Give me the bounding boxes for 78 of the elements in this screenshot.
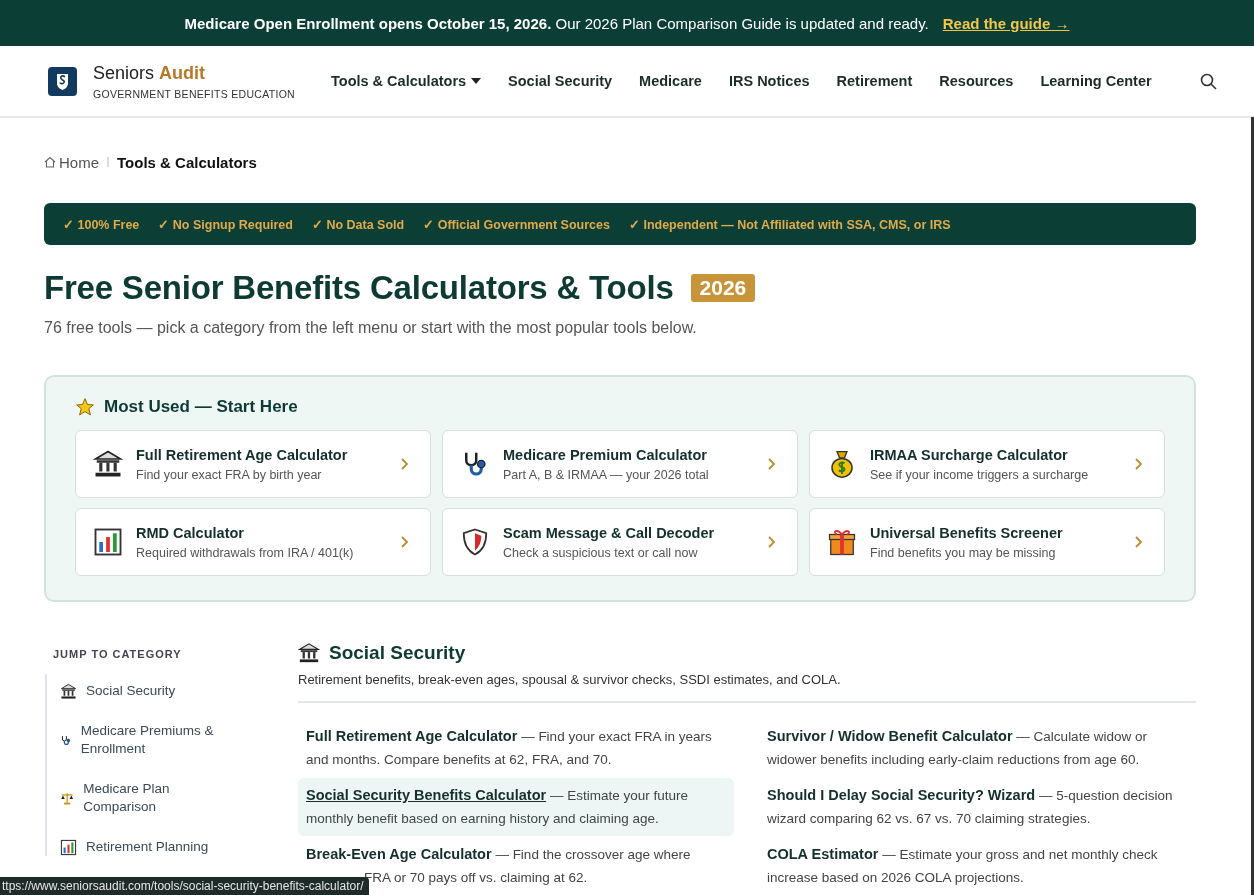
card-subtitle: Required withdrawals from IRA / 401(k): [136, 545, 355, 560]
breadcrumb-current: Tools & Calculators: [117, 153, 257, 171]
card-title: IRMAA Surcharge Calculator: [870, 446, 1069, 463]
tool-card[interactable]: RMD Calculator Required withdrawals from IRA / 401(k): [75, 508, 431, 576]
nav-link[interactable]: Retirement: [836, 73, 913, 89]
card-title: Universal Benefits Screener: [870, 524, 1064, 541]
nav-link[interactable]: IRS Notices: [728, 73, 810, 89]
intro-text: 76 free tools — pick a category from the left menu or start with the most popular tools below.: [44, 319, 698, 337]
logo-icon: [48, 66, 77, 96]
nav-link[interactable]: Learning Center: [1040, 73, 1152, 89]
year-badge: 2026: [690, 274, 756, 302]
read-guide-link[interactable]: Read the guide →: [942, 14, 1070, 32]
category-link[interactable]: Social Security: [60, 682, 220, 700]
card-title: RMD Calculator: [136, 524, 245, 541]
card-subtitle: See if your income triggers a surcharge: [870, 467, 1090, 482]
tool-link[interactable]: Break-Even Age Calculator: [306, 846, 492, 862]
card-title: Medicare Premium Calculator: [503, 446, 708, 463]
card-subtitle: Find benefits you may be missing: [870, 545, 1057, 560]
home-icon: [44, 156, 56, 168]
tool-link[interactable]: Survivor / Widow Benefit Calculator: [767, 728, 1013, 744]
tool-description: Survivor / Widow Benefit Calculator — Calculate widow or widower benefits including early-claim reductions from age 60.: [767, 727, 1148, 769]
tool-card[interactable]: Medicare Premium Calculator Part A, B & IRMAA — your 2026 total: [442, 430, 798, 498]
search-icon[interactable]: [1199, 72, 1217, 90]
card-subtitle: Find your exact FRA by birth year: [136, 467, 323, 482]
tool-description: Full Retirement Age Calculator — Find your exact FRA in years and months. Compare benefits at 62, FRA, and 70.: [306, 727, 713, 769]
shield-icon: [460, 527, 490, 557]
brand-tagline: GOVERNMENT BENEFITS EDUCATION: [93, 87, 295, 100]
tool-card[interactable]: IRMAA Surcharge Calculator See if your income triggers a surcharge: [809, 430, 1165, 498]
star-icon: [75, 397, 95, 417]
card-subtitle: Part A, B & IRMAA — your 2026 total: [503, 467, 710, 482]
status-bar-url: ttps://www.seniorsaudit.com/tools/social-security-benefits-calculator/: [0, 877, 370, 895]
chevron-icon: [768, 458, 775, 470]
nav-link[interactable]: Medicare: [639, 73, 702, 89]
trust-label: ✓ No Signup Required: [158, 216, 293, 232]
page-title: Free Senior Benefits Calculators & Tools: [44, 269, 674, 307]
tool-description: Should I Delay Social Security? Wizard — 5-question decision wizard comparing 62 vs. 67 vs. 70 claiming strategies.: [767, 786, 1174, 828]
announcement-text: Medicare Open Enrollment opens October 15, 2026. Our 2026 Plan Comparison Guide is updated and ready.: [184, 14, 929, 32]
category-link[interactable]: Medicare Premiums & Enrollment: [60, 722, 220, 758]
tool-card[interactable]: Universal Benefits Screener Find benefits you may be missing: [809, 508, 1165, 576]
tool-link[interactable]: Social Security Benefits Calculator: [306, 787, 547, 803]
chevron-icon: [1135, 536, 1142, 548]
most-used-heading: Most Used — Start Here: [104, 397, 298, 417]
breadcrumb-link[interactable]: Home: [44, 153, 99, 171]
bar-chart-icon: [93, 527, 123, 557]
nav-link[interactable]: Resources: [939, 73, 1014, 89]
tool-link[interactable]: COLA Estimator: [767, 846, 879, 862]
tool-link[interactable]: Full Retirement Age Calculator: [306, 728, 518, 744]
category-link[interactable]: Medicare Plan Comparison: [60, 780, 220, 816]
card-title: Full Retirement Age Calculator: [136, 446, 349, 463]
trust-label: ✓ Independent — Not Affiliated with SSA, CMS, or IRS: [628, 216, 951, 232]
chevron-icon: [768, 536, 775, 548]
gift-icon: [827, 527, 857, 557]
sidebar-heading: JUMP TO CATEGORY: [53, 648, 183, 660]
bank-icon: [298, 642, 320, 664]
tool-description: Break-Even Age Calculator — Find the crossover age where: [306, 845, 692, 864]
caret-icon: [471, 78, 482, 84]
card-title: Scam Message & Call Decoder: [503, 524, 716, 541]
tool-link[interactable]: Should I Delay Social Security? Wizard: [767, 787, 1036, 803]
card-subtitle: Check a suspicious text or call now: [503, 545, 699, 560]
tool-card[interactable]: Scam Message & Call Decoder Check a suspicious text or call now: [442, 508, 798, 576]
trust-label: ✓ No Data Sold: [311, 216, 405, 232]
section-description: Retirement benefits, break-even ages, spousal & survivor checks, SSDI estimates, and COLA.: [298, 672, 1196, 703]
nav-link[interactable]: Tools & Calculators: [331, 73, 482, 89]
bank-icon: [93, 449, 123, 479]
tool-description: COLA Estimator — Estimate your gross and net monthly check increase based on 2026 COLA projections.: [767, 845, 1159, 887]
tool-description: Social Security Benefits Calculator — Estimate your future monthly benefit based on earning history and claiming age.: [306, 786, 689, 828]
category-link[interactable]: Retirement Planning: [60, 838, 220, 856]
chevron-icon: [401, 458, 408, 470]
brand-name: Seniors Audit: [93, 62, 207, 84]
nav-link[interactable]: Social Security: [508, 73, 613, 89]
bar-chart-icon: [60, 838, 77, 856]
bank-icon: [60, 682, 77, 700]
chevron-icon: [401, 536, 408, 548]
chevron-icon: [1135, 458, 1142, 470]
trust-label: ✓ Official Government Sources: [423, 216, 610, 232]
section-title: Social Security: [329, 642, 466, 664]
tool-card[interactable]: Full Retirement Age Calculator Find your exact FRA by birth year: [75, 430, 431, 498]
trust-label: ✓ 100% Free: [63, 216, 140, 232]
